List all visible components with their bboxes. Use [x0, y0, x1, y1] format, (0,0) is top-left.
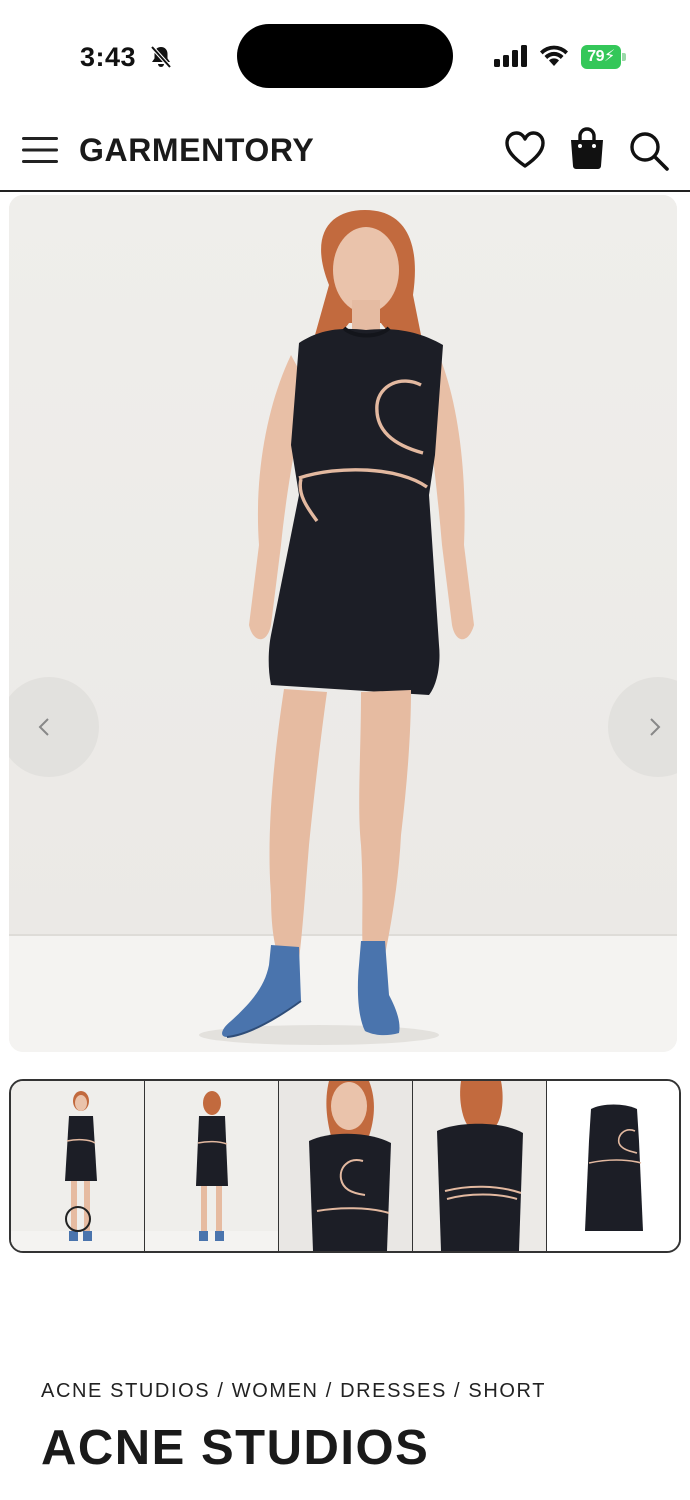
- thumbnail-1-selected[interactable]: [11, 1081, 145, 1251]
- status-time: 3:43: [80, 42, 137, 72]
- status-bar: 3:43 79⚡: [0, 0, 690, 110]
- search-icon[interactable]: [628, 130, 670, 172]
- chevron-left-icon: [38, 718, 49, 736]
- product-brand-title[interactable]: ACNE STUDIOS: [41, 1420, 429, 1476]
- breadcrumb-separator: /: [318, 1380, 341, 1402]
- product-page: 3:43 79⚡ GARMENTORY ACNE STUDIOS / WOMEN…: [0, 0, 690, 1500]
- dynamic-island: [237, 24, 453, 88]
- model-photo: [9, 195, 677, 1052]
- wifi-icon: [540, 45, 568, 66]
- product-main-image[interactable]: [9, 195, 677, 1052]
- battery-icon: 79⚡: [581, 45, 627, 69]
- heart-icon[interactable]: [504, 130, 546, 170]
- breadcrumb-separator: /: [446, 1380, 469, 1402]
- thumbnail-4[interactable]: [413, 1081, 547, 1251]
- site-logo[interactable]: GARMENTORY: [79, 132, 314, 169]
- shopping-bag-icon[interactable]: [568, 126, 606, 170]
- thumbnail-2[interactable]: [145, 1081, 279, 1251]
- bell-slash-icon: [150, 45, 172, 69]
- thumbnail-strip: [9, 1079, 681, 1253]
- thumbnail-5[interactable]: [547, 1081, 679, 1251]
- menu-icon[interactable]: [22, 134, 58, 166]
- chevron-right-icon: [650, 718, 661, 736]
- site-header: GARMENTORY: [0, 110, 690, 192]
- battery-tip: [622, 53, 626, 61]
- breadcrumb: ACNE STUDIOS / WOMEN / DRESSES / SHORT: [41, 1380, 546, 1403]
- breadcrumb-separator: /: [210, 1380, 232, 1402]
- breadcrumb-brand[interactable]: ACNE STUDIOS: [41, 1380, 210, 1402]
- breadcrumb-short[interactable]: SHORT: [468, 1380, 546, 1402]
- thumbnail-3[interactable]: [279, 1081, 413, 1251]
- breadcrumb-women[interactable]: WOMEN: [232, 1380, 319, 1402]
- breadcrumb-dresses[interactable]: DRESSES: [340, 1380, 447, 1402]
- signal-icon: [494, 45, 527, 67]
- battery-level: 79⚡: [581, 45, 621, 69]
